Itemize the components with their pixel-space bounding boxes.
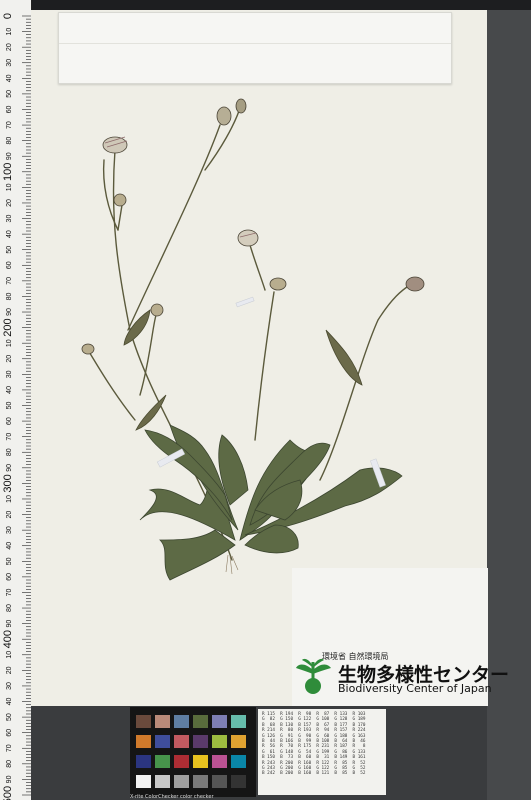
- stem-leaves: [123, 309, 363, 431]
- color-checker-card: [130, 707, 256, 797]
- color-checker-patch: [136, 755, 151, 768]
- stem: [249, 244, 266, 291]
- color-checker-patch: [212, 775, 227, 788]
- basal-rosette: [139, 424, 403, 581]
- color-checker-patch: [231, 735, 246, 748]
- color-value-table: R 115 R 194 R 98 R 87 R 133 R 103 G 82 G…: [258, 709, 386, 795]
- biodiversity-logo-icon: [296, 658, 331, 694]
- color-value-text: R 115 R 194 R 98 R 87 R 133 R 103 G 82 G…: [262, 712, 366, 777]
- color-checker-patch: [174, 755, 189, 768]
- color-checker-patch: [174, 735, 189, 748]
- color-checker-patch: [136, 715, 151, 728]
- color-checker-patch: [155, 775, 170, 788]
- color-checker-patch: [136, 775, 151, 788]
- color-checker-patch: [193, 715, 208, 728]
- color-checker-patch: [174, 715, 189, 728]
- color-checker-patch: [155, 735, 170, 748]
- color-checker-patch: [231, 775, 246, 788]
- color-checker-patch: [136, 735, 151, 748]
- stem: [117, 204, 123, 231]
- color-checker-patch: [212, 715, 227, 728]
- color-checker-patch: [231, 755, 246, 768]
- color-checker-patch: [174, 775, 189, 788]
- color-checker-patch: [193, 775, 208, 788]
- color-checker-patch: [212, 755, 227, 768]
- stem: [319, 284, 411, 481]
- stem: [102, 159, 119, 231]
- color-checker-patch: [212, 735, 227, 748]
- flower-heads: [81, 98, 425, 355]
- color-checker-patch: [231, 715, 246, 728]
- stem: [254, 291, 275, 441]
- stem: [87, 349, 136, 421]
- color-checker-caption: X-rite ColorChecker color checker: [130, 794, 214, 800]
- color-checker-patch: [193, 735, 208, 748]
- roots: [225, 554, 239, 575]
- stem: [127, 124, 221, 331]
- color-checker-patch: [155, 715, 170, 728]
- color-checker-patch: [155, 755, 170, 768]
- color-checker-patch: [193, 755, 208, 768]
- center-name-english: Biodiversity Center of Japan: [338, 682, 492, 695]
